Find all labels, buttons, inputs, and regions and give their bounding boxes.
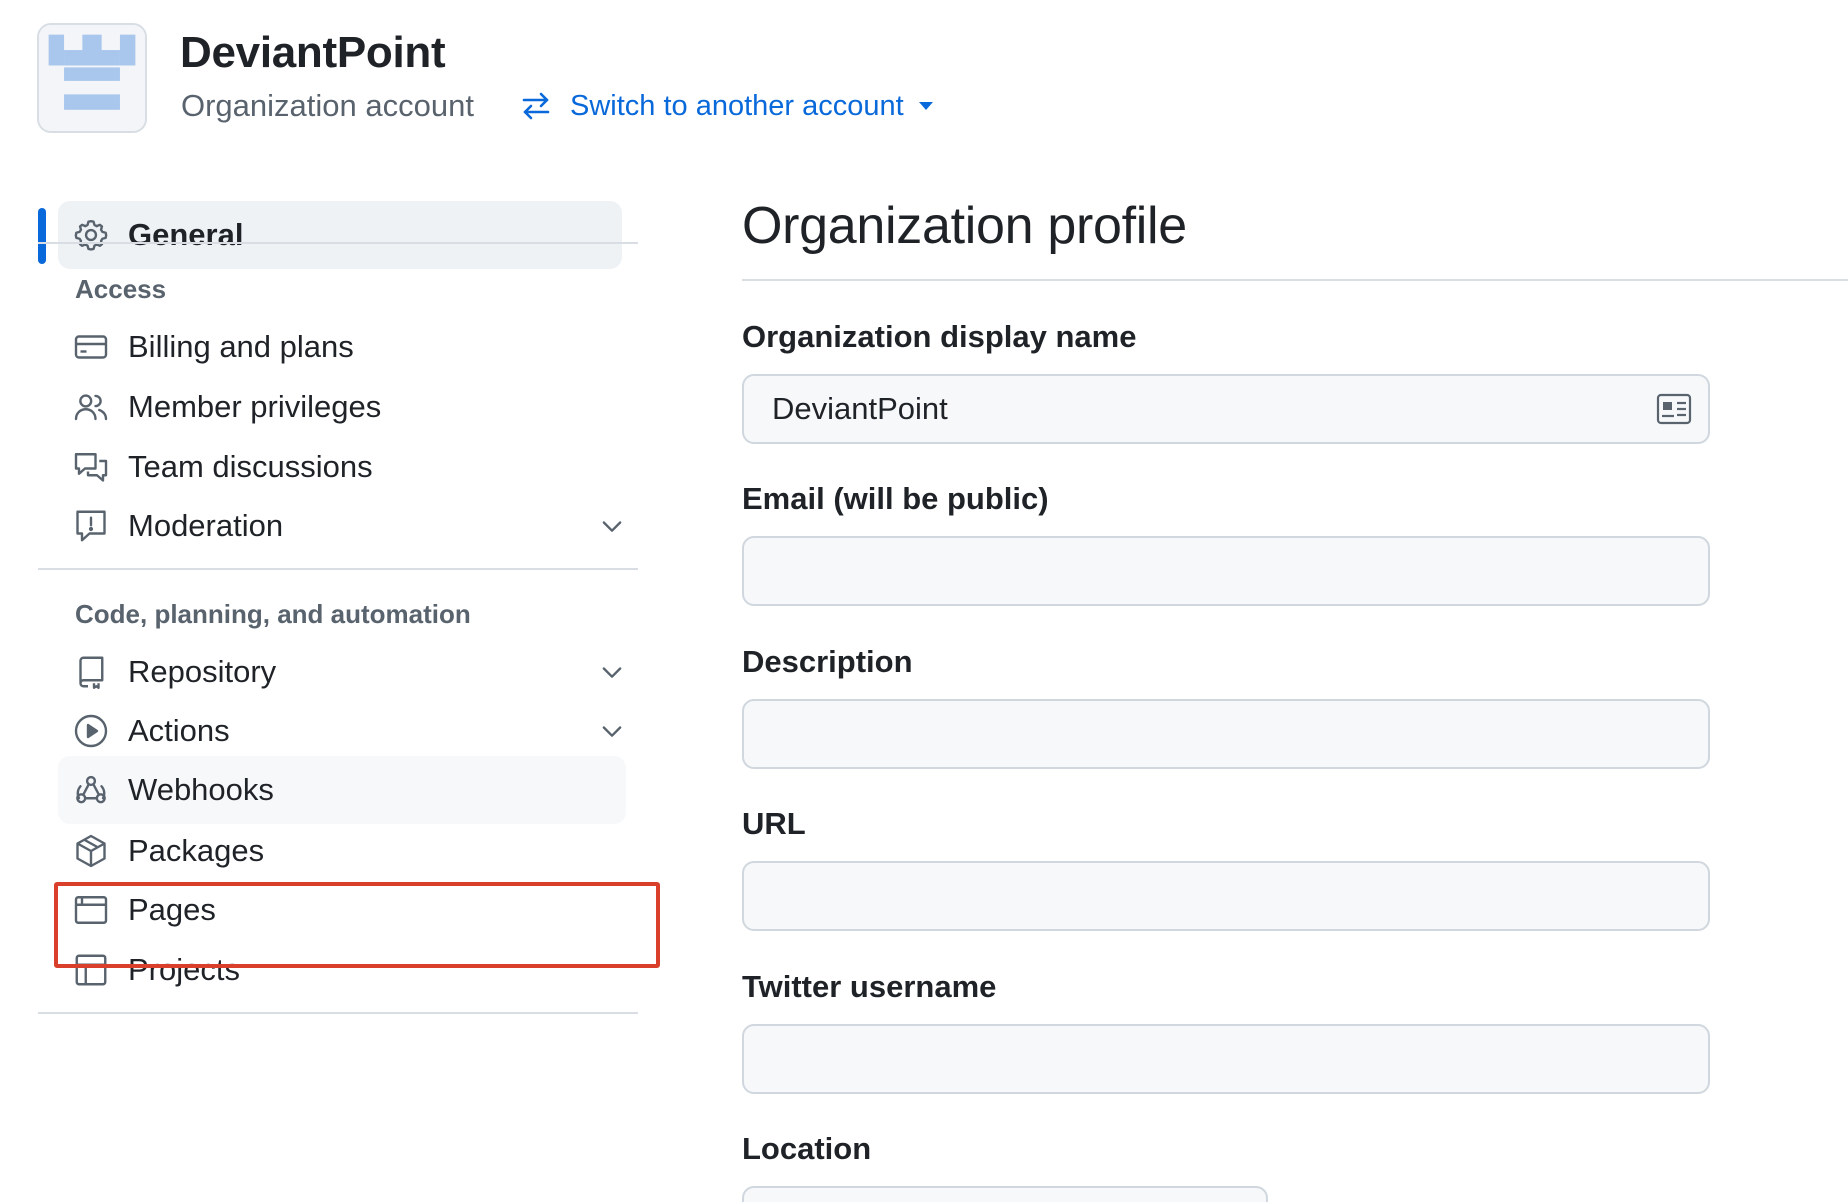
sidebar-item-label: Projects xyxy=(128,952,240,987)
sidebar-item-general[interactable]: General xyxy=(58,201,622,269)
chevron-down-icon[interactable] xyxy=(598,717,626,745)
report-icon xyxy=(72,507,110,545)
browser-icon xyxy=(72,891,110,929)
settings-sidebar: General Access Billing and plans Member … xyxy=(38,190,660,1202)
switch-account-label: Switch to another account xyxy=(570,89,904,122)
divider xyxy=(38,1012,638,1014)
sidebar-item-label: Member privileges xyxy=(128,389,382,424)
sidebar-item-pages[interactable]: Pages xyxy=(58,876,658,944)
org-account-type: Organization account xyxy=(181,88,474,123)
section-heading-access: Access xyxy=(75,274,167,304)
webhook-icon xyxy=(72,771,110,809)
sidebar-item-team-discussions[interactable]: Team discussions xyxy=(58,433,658,501)
org-avatar[interactable] xyxy=(37,23,147,133)
comment-discussion-icon xyxy=(72,448,110,486)
twitter-username-input[interactable] xyxy=(742,1024,1710,1094)
sidebar-item-label: Repository xyxy=(128,654,277,689)
play-icon xyxy=(72,712,110,750)
location-input[interactable] xyxy=(742,1186,1268,1202)
sidebar-item-member-privileges[interactable]: Member privileges xyxy=(58,373,658,441)
active-indicator xyxy=(38,208,46,264)
gear-icon xyxy=(72,216,110,254)
email-input[interactable] xyxy=(742,536,1710,606)
arrow-switch-icon xyxy=(522,92,550,120)
sidebar-item-label: Packages xyxy=(128,833,265,868)
section-heading-code-planning-automation: Code, planning, and automation xyxy=(75,599,471,629)
url-input[interactable] xyxy=(742,861,1710,931)
org-name: DeviantPoint xyxy=(180,28,446,77)
divider xyxy=(38,242,638,244)
settings-main: Organization profile Organization displa… xyxy=(742,180,1848,1202)
display-name-input[interactable] xyxy=(742,374,1710,444)
location-label: Location xyxy=(742,1131,872,1166)
people-icon xyxy=(72,388,110,426)
display-name-field-wrapper xyxy=(742,374,1710,444)
sidebar-item-label: Webhooks xyxy=(128,772,274,807)
sidebar-item-actions[interactable]: Actions xyxy=(58,697,658,765)
switch-account-button[interactable]: Switch to another account xyxy=(520,86,934,126)
sidebar-item-label: General xyxy=(128,217,244,252)
description-label: Description xyxy=(742,644,913,679)
repo-icon xyxy=(72,653,110,691)
title-divider xyxy=(742,279,1848,281)
sidebar-item-projects[interactable]: Projects xyxy=(58,936,658,1004)
sidebar-item-packages[interactable]: Packages xyxy=(58,817,658,885)
chevron-down-icon[interactable] xyxy=(598,658,626,686)
divider xyxy=(38,568,638,570)
sidebar-item-label: Moderation xyxy=(128,508,284,543)
sidebar-item-repository[interactable]: Repository xyxy=(58,638,658,706)
identicon-image xyxy=(39,25,145,131)
email-label: Email (will be public) xyxy=(742,481,1049,516)
page-header: DeviantPoint Organization account Switch… xyxy=(0,0,1848,150)
description-input[interactable] xyxy=(742,699,1710,769)
sidebar-item-label: Pages xyxy=(128,892,216,927)
table-icon xyxy=(72,951,110,989)
sidebar-item-label: Actions xyxy=(128,713,230,748)
contact-card-icon[interactable] xyxy=(1656,392,1692,426)
package-icon xyxy=(72,832,110,870)
sidebar-item-label: Team discussions xyxy=(128,449,373,484)
sidebar-item-label: Billing and plans xyxy=(128,329,354,364)
display-name-label: Organization display name xyxy=(742,319,1137,354)
twitter-username-label: Twitter username xyxy=(742,969,997,1004)
chevron-down-icon[interactable] xyxy=(598,512,626,540)
triangle-down-icon xyxy=(918,102,933,110)
credit-card-icon xyxy=(72,328,110,366)
sidebar-item-billing[interactable]: Billing and plans xyxy=(58,313,658,381)
page-title: Organization profile xyxy=(742,197,1187,255)
sidebar-item-moderation[interactable]: Moderation xyxy=(58,492,658,560)
url-label: URL xyxy=(742,806,806,841)
sidebar-item-webhooks[interactable]: Webhooks xyxy=(58,756,626,824)
